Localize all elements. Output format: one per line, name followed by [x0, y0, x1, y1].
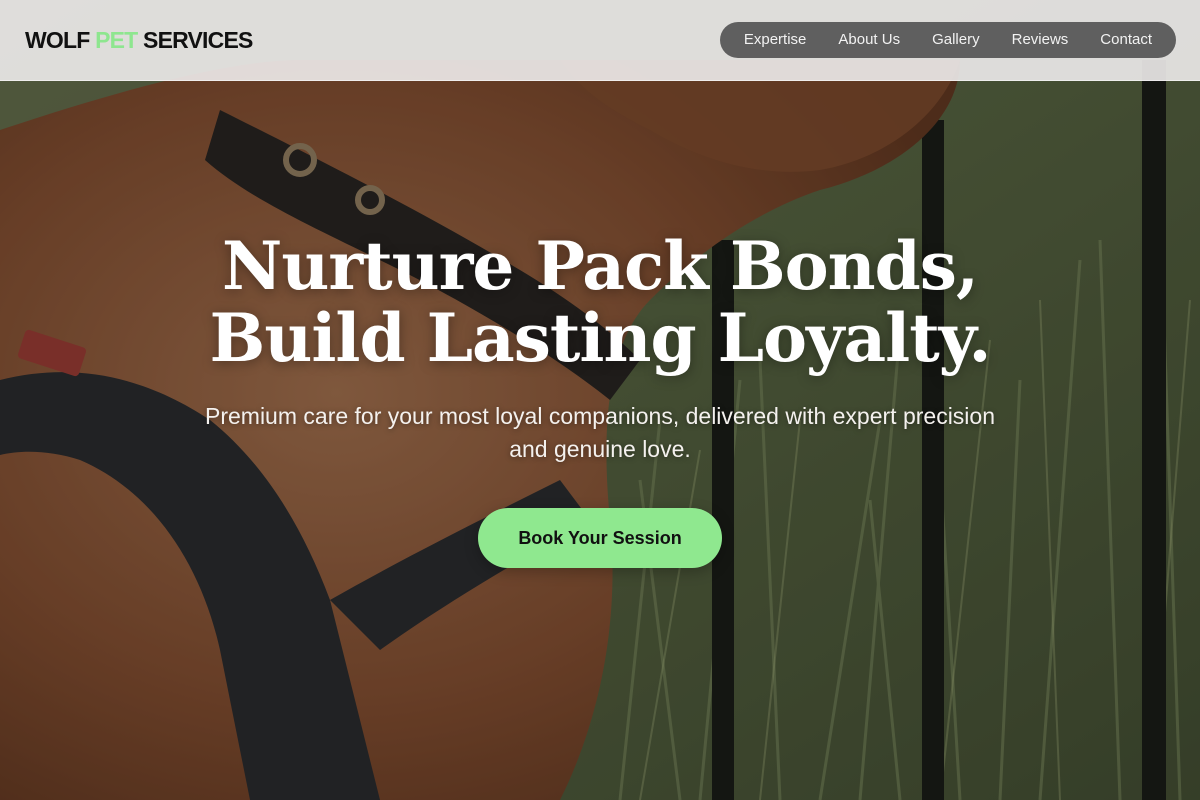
- logo-text-wolf: WOLF: [25, 26, 96, 53]
- site-header: WOLF PET SERVICES Expertise About Us Gal…: [0, 0, 1200, 81]
- main-nav: Expertise About Us Gallery Reviews Conta…: [719, 22, 1176, 58]
- hero-headline-line-1: Nurture Pack Bonds,: [222, 227, 979, 305]
- nav-link-gallery[interactable]: Gallery: [916, 22, 996, 58]
- nav-link-contact[interactable]: Contact: [1084, 22, 1168, 58]
- book-session-button[interactable]: Book Your Session: [478, 508, 722, 568]
- nav-link-reviews[interactable]: Reviews: [996, 22, 1085, 58]
- logo-text-pet: PET: [95, 26, 138, 53]
- hero-subtitle: Premium care for your most loyal compani…: [205, 403, 995, 462]
- logo-text-services: SERVICES: [137, 26, 253, 53]
- nav-link-about-us[interactable]: About Us: [822, 22, 916, 58]
- nav-link-expertise[interactable]: Expertise: [728, 22, 823, 58]
- brand-logo[interactable]: WOLF PET SERVICES: [25, 27, 253, 54]
- hero-section: Nurture Pack Bonds, Build Lasting Loyalt…: [0, 230, 1200, 568]
- hero-headline: Nurture Pack Bonds, Build Lasting Loyalt…: [0, 230, 1200, 374]
- hero-headline-line-2: Build Lasting Loyalty.: [209, 299, 992, 377]
